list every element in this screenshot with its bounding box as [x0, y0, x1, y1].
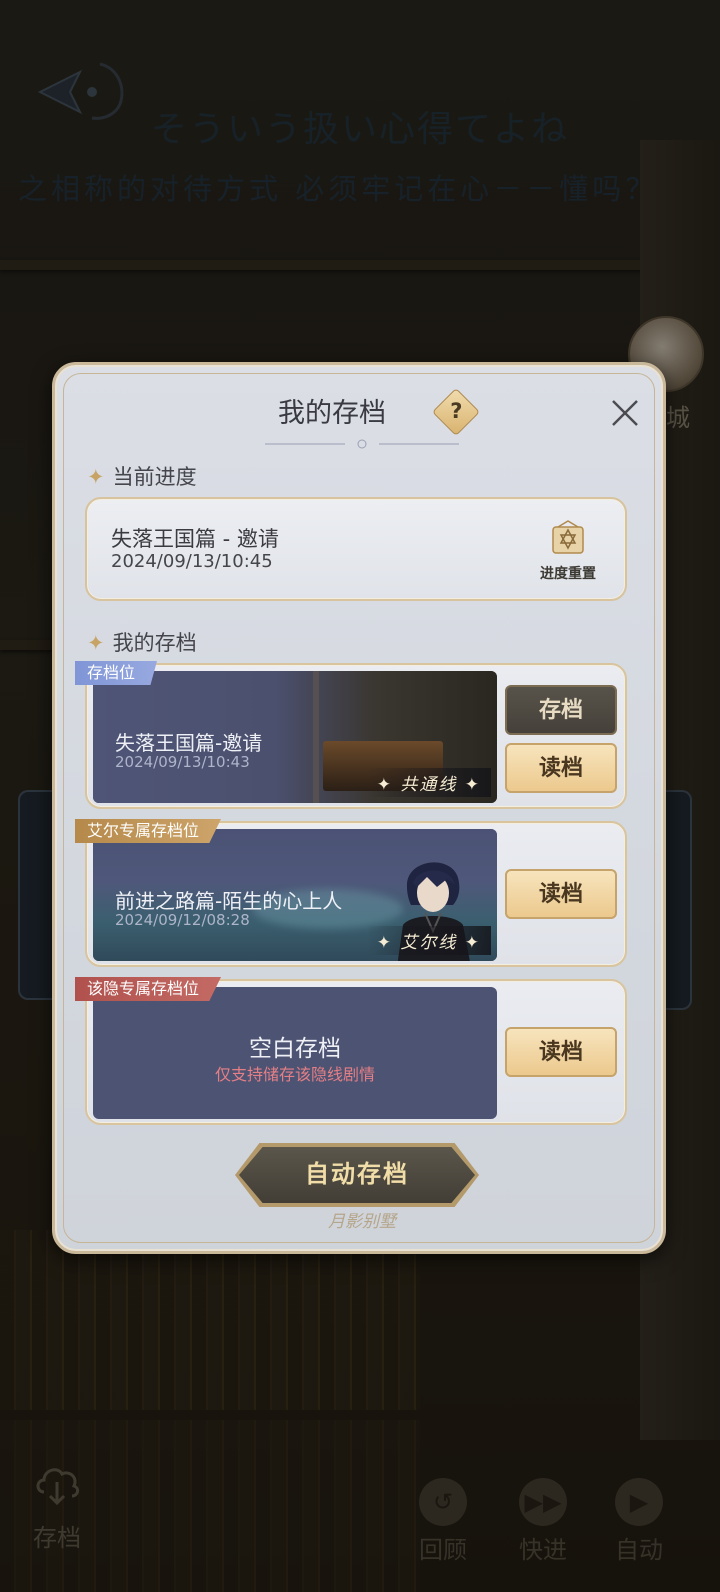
progress-reset-button[interactable]: 进度重置 [533, 519, 603, 583]
load-button[interactable]: 读档 [505, 1027, 617, 1077]
save-slot-thumbnail[interactable]: 前进之路篇-陌生的心上人 2024/09/12/08:28 ✦ 艾尔线 ✦ [93, 829, 497, 961]
route-tag-text: 艾尔线 [400, 933, 458, 953]
help-icon: ? [450, 399, 463, 424]
progress-reset-label: 进度重置 [540, 566, 596, 582]
hexagram-icon [552, 520, 584, 554]
game-logo: 月影别墅 [328, 1212, 396, 1232]
load-button[interactable]: 读档 [505, 869, 617, 919]
save-slot-name: 前进之路篇-陌生的心上人 [115, 889, 343, 913]
save-slot-thumbnail[interactable]: 失落王国篇-邀请 2024/09/13/10:43 ✦ 共通线 ✦ [93, 671, 497, 803]
slot-ribbon: 存档位 [75, 661, 158, 685]
sparkle-icon: ✦ [87, 631, 105, 655]
title-ornament [265, 439, 459, 449]
my-saves-heading-text: 我的存档 [112, 631, 197, 655]
route-tag: ✦ 共通线 ✦ [366, 768, 491, 797]
save-slot-el: 前进之路篇-陌生的心上人 2024/09/12/08:28 ✦ 艾尔线 ✦ 艾尔… [75, 819, 627, 967]
save-slot-time: 2024/09/12/08:28 [115, 911, 250, 929]
save-button[interactable]: 存档 [505, 685, 617, 735]
current-progress-title: 失落王国篇 - 邀请 [111, 527, 279, 551]
empty-slot-note: 仅支持储存该隐线剧情 [214, 1065, 375, 1084]
route-tag: ✦ 艾尔线 ✦ [366, 926, 491, 955]
sparkle-icon: ✦ [87, 465, 105, 489]
close-icon[interactable] [607, 395, 643, 431]
save-slot-cain: 空白存档 仅支持储存该隐线剧情 该隐专属存档位 读档 [75, 977, 627, 1125]
save-slot-common: 失落王国篇-邀请 2024/09/13/10:43 ✦ 共通线 ✦ 存档位 存档… [75, 661, 627, 809]
route-tag-text: 共通线 [400, 775, 458, 795]
load-button[interactable]: 读档 [505, 743, 617, 793]
save-slot-name: 失落王国篇-邀请 [115, 731, 263, 755]
save-dialog: 我的存档 ? ✦ 当前进度 失落王国篇 - 邀请 2024/09/13/10:45… [52, 362, 666, 1254]
save-slot-empty[interactable]: 空白存档 仅支持储存该隐线剧情 [93, 987, 497, 1119]
current-progress-heading-text: 当前进度 [112, 465, 197, 489]
current-progress-card: 失落王国篇 - 邀请 2024/09/13/10:45 进度重置 [85, 497, 627, 601]
empty-slot-title: 空白存档 [249, 1036, 341, 1062]
slot-ribbon: 艾尔专属存档位 [75, 819, 222, 843]
current-progress-time: 2024/09/13/10:45 [111, 551, 273, 572]
save-slot-time: 2024/09/13/10:43 [115, 753, 250, 771]
current-progress-heading: ✦ 当前进度 [87, 461, 197, 491]
my-saves-heading: ✦ 我的存档 [87, 627, 197, 657]
dialog-title: 我的存档 [278, 398, 386, 429]
slot-ribbon: 该隐专属存档位 [75, 977, 222, 1001]
auto-save-button[interactable]: 自动存档 [239, 1147, 475, 1203]
